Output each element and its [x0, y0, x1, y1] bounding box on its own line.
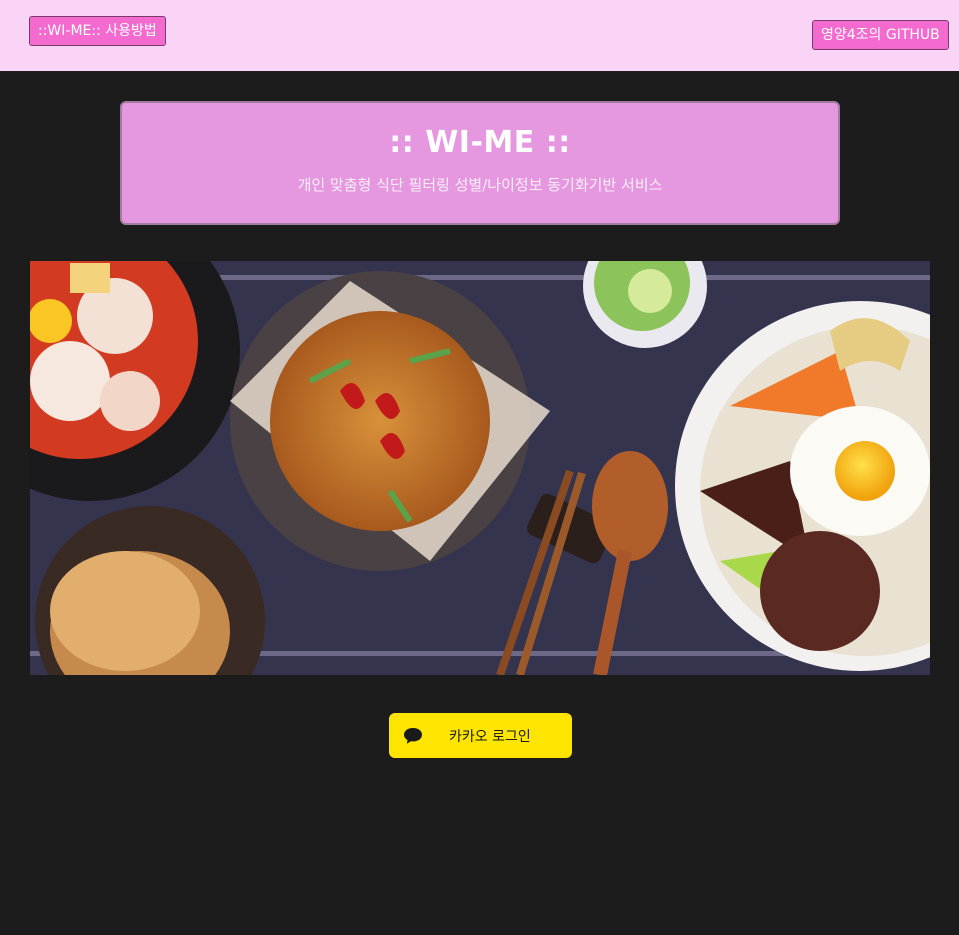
kakao-login-label: 카카오 로그인 [449, 729, 531, 745]
usage-guide-button[interactable]: ::WI-ME:: 사용방법 [29, 16, 166, 46]
kakao-login-button[interactable]: 카카오 로그인 [389, 713, 572, 758]
korean-food-illustration [30, 261, 930, 675]
hero-jumbotron: :: WI-ME :: 개인 맞춤형 식단 필터링 성별/나이정보 동기화기반 … [120, 101, 840, 225]
top-navbar: ::WI-ME:: 사용방법 영양4조의 GITHUB [0, 0, 959, 71]
page-subtitle: 개인 맞춤형 식단 필터링 성별/나이정보 동기화기반 서비스 [297, 176, 663, 194]
speech-bubble-icon [404, 728, 422, 744]
food-banner-image [30, 261, 930, 675]
page-title: :: WI-ME :: [389, 125, 571, 160]
github-link-button[interactable]: 영양4조의 GITHUB [812, 20, 949, 50]
